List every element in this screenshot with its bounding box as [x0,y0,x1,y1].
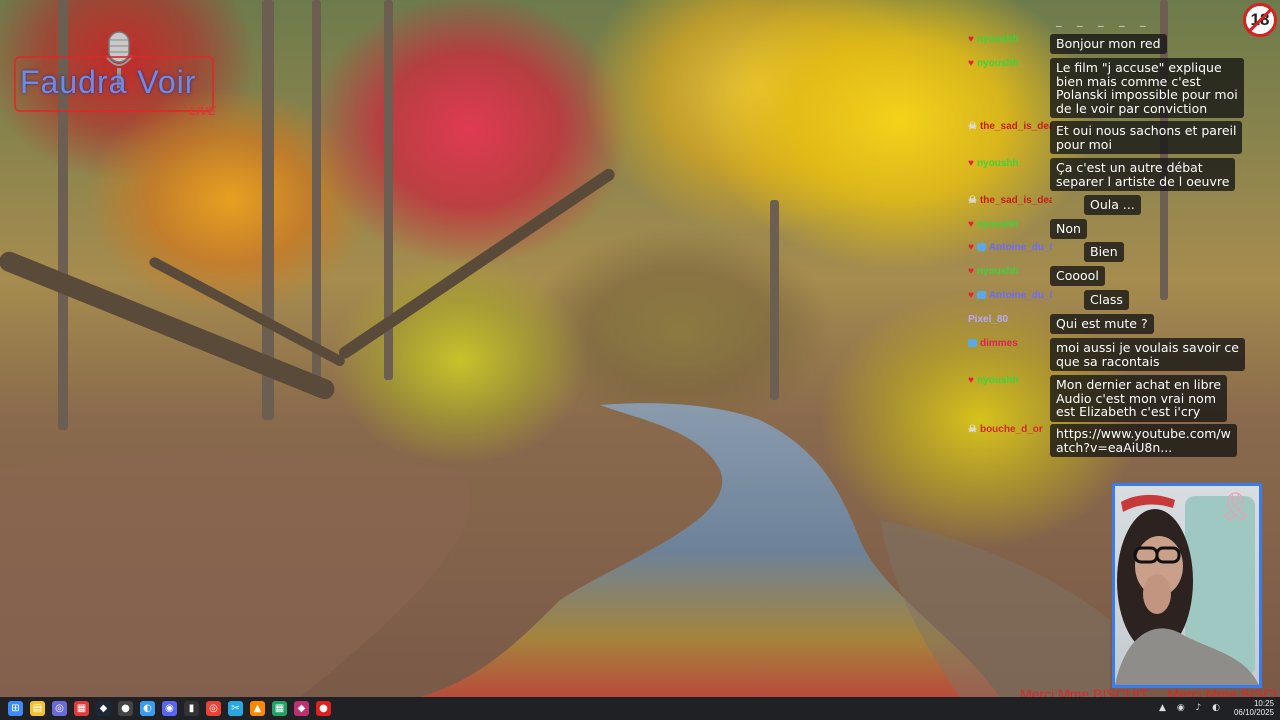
calendar-app-icon[interactable]: ▦ [74,701,89,716]
capture-icon[interactable]: ✂ [228,701,243,716]
chat-username-text: nyoushh [976,58,1019,69]
chat-username-text: nyoushh [976,266,1019,277]
system-tray-icons[interactable]: ▲ ◉ ♪ ◐ [1159,703,1224,713]
terminal-icon[interactable]: ▮ [184,701,199,716]
media-icon[interactable]: ◎ [52,701,67,716]
obs-icon[interactable]: ● [118,701,133,716]
chat-username[interactable]: ☠the_sad_is_dead [968,121,1052,132]
heart-badge-icon: ♥ [968,375,974,386]
chat-username[interactable]: ♥ Antoine_du_03 [968,242,1052,253]
discord-icon[interactable]: ◉ [162,701,177,716]
chat-username[interactable]: dimmes [968,338,1052,349]
chat-username[interactable]: ♥ nyoushh [968,34,1052,45]
chat-username-text: Antoine_du_03 [988,242,1052,253]
heart-badge-icon: ♥ [968,158,974,169]
heart-badge-icon: ♥ [968,219,974,230]
taskbar: ⊞ ▤ ◎ ▦ ◆ ● ◐ ◉ ▮ ◎ ✂ ▲ ▦ ◆ ● ▲ ◉ ♪ ◐ 10:25 06/10/2025 [0,697,1280,720]
chat-username[interactable]: ♥ Antoine_du_03 [968,290,1052,301]
file-explorer-icon[interactable]: ▤ [30,701,45,716]
sub-badge-icon [976,243,986,251]
skull-badge-icon: ☠ [968,195,977,206]
webcam-overlay: 🎗 [1112,483,1262,688]
chat-username[interactable]: ♥ nyoushh [968,58,1052,69]
chat-username-text: the_sad_is_dead [979,121,1052,132]
chat-message-text: Class [1084,290,1129,310]
chat-username-text: bouche_d_or [979,424,1043,435]
sub-badge-icon [968,339,977,347]
heart-badge-icon: ♥ [968,266,974,277]
chat-username[interactable]: ☠the_sad_is_dead [968,195,1052,206]
windows-start-icon[interactable]: ⊞ [8,701,23,716]
logo-live-label: LIVE [189,104,216,118]
chat-username[interactable]: Pixel_80 [968,314,1052,325]
chat-message-text: Bonjour mon red [1050,34,1167,54]
chat-message-text: Cooool [1050,266,1105,286]
chat-username-text: nyoushh [976,375,1019,386]
chat-username-text: the_sad_is_dead [979,195,1052,206]
chat-username-text: nyoushh [976,158,1019,169]
chrome-icon[interactable]: ◎ [206,701,221,716]
heart-badge-icon: ♥ [968,290,974,301]
taskbar-clock[interactable]: 10:25 06/10/2025 [1234,699,1274,717]
stream-logo: Faudra Voir LIVE [14,30,218,118]
chat-message-text: Et oui nous sachons et pareil pour moi [1050,121,1243,154]
chat-message-text: Ça c'est un autre débat separer l artist… [1050,158,1236,191]
chat-username-text: nyoushh [976,34,1019,45]
heart-badge-icon: ♥ [968,58,974,69]
chat-username[interactable]: ♥ nyoushh [968,375,1052,386]
spreadsheet-icon[interactable]: ▦ [272,701,287,716]
heart-badge-icon: ♥ [968,34,974,45]
heart-badge-icon: ♥ [968,242,974,253]
logo-title: Faudra Voir [20,64,197,100]
chat-message-text: Le film "j accuse" explique bien mais co… [1050,58,1244,118]
chat-username[interactable]: ♥ nyoushh [968,266,1052,277]
chat-username-text: Antoine_du_03 [988,290,1052,301]
vlc-icon[interactable]: ▲ [250,701,265,716]
chat-username-text: dimmes [980,338,1018,349]
chat-message-text: Non [1050,219,1087,239]
chat-message-text: Oula ... [1084,195,1141,215]
pink-ribbon-icon: 🎗 [1217,490,1253,523]
skull-badge-icon: ☠ [968,121,977,132]
browser-icon[interactable]: ◐ [140,701,155,716]
clock-date: 06/10/2025 [1233,708,1274,717]
chat-message-text: moi aussi je voulais savoir ce que sa ra… [1050,338,1245,371]
skull-badge-icon: ☠ [968,424,977,435]
chat-message-text: Bien [1084,242,1124,262]
chat-username-text: nyoushh [976,219,1019,230]
sub-badge-icon [976,291,986,299]
chat-message-text: https://www.youtube.com/w atch?v=eaAiU8n… [1050,424,1237,457]
chat-message-text: Qui est mute ? [1050,314,1154,334]
chat-username[interactable]: ♥ nyoushh [968,219,1052,230]
clock-time: 10:25 [1253,699,1274,708]
chat-username[interactable]: ☠ bouche_d_or [968,424,1052,435]
chat-overlay: ♥ nyoushh Bonjour mon red ♥ nyoushh Le film "… [968,0,1268,470]
chat-message-text: Mon dernier achat en libre Audio c'est m… [1050,375,1228,422]
game-icon[interactable]: ◆ [294,701,309,716]
record-icon[interactable]: ● [316,701,331,716]
chat-username[interactable]: ♥ nyoushh [968,158,1052,169]
chat-username-text: Pixel_80 [968,314,1009,325]
steam-icon[interactable]: ◆ [96,701,111,716]
